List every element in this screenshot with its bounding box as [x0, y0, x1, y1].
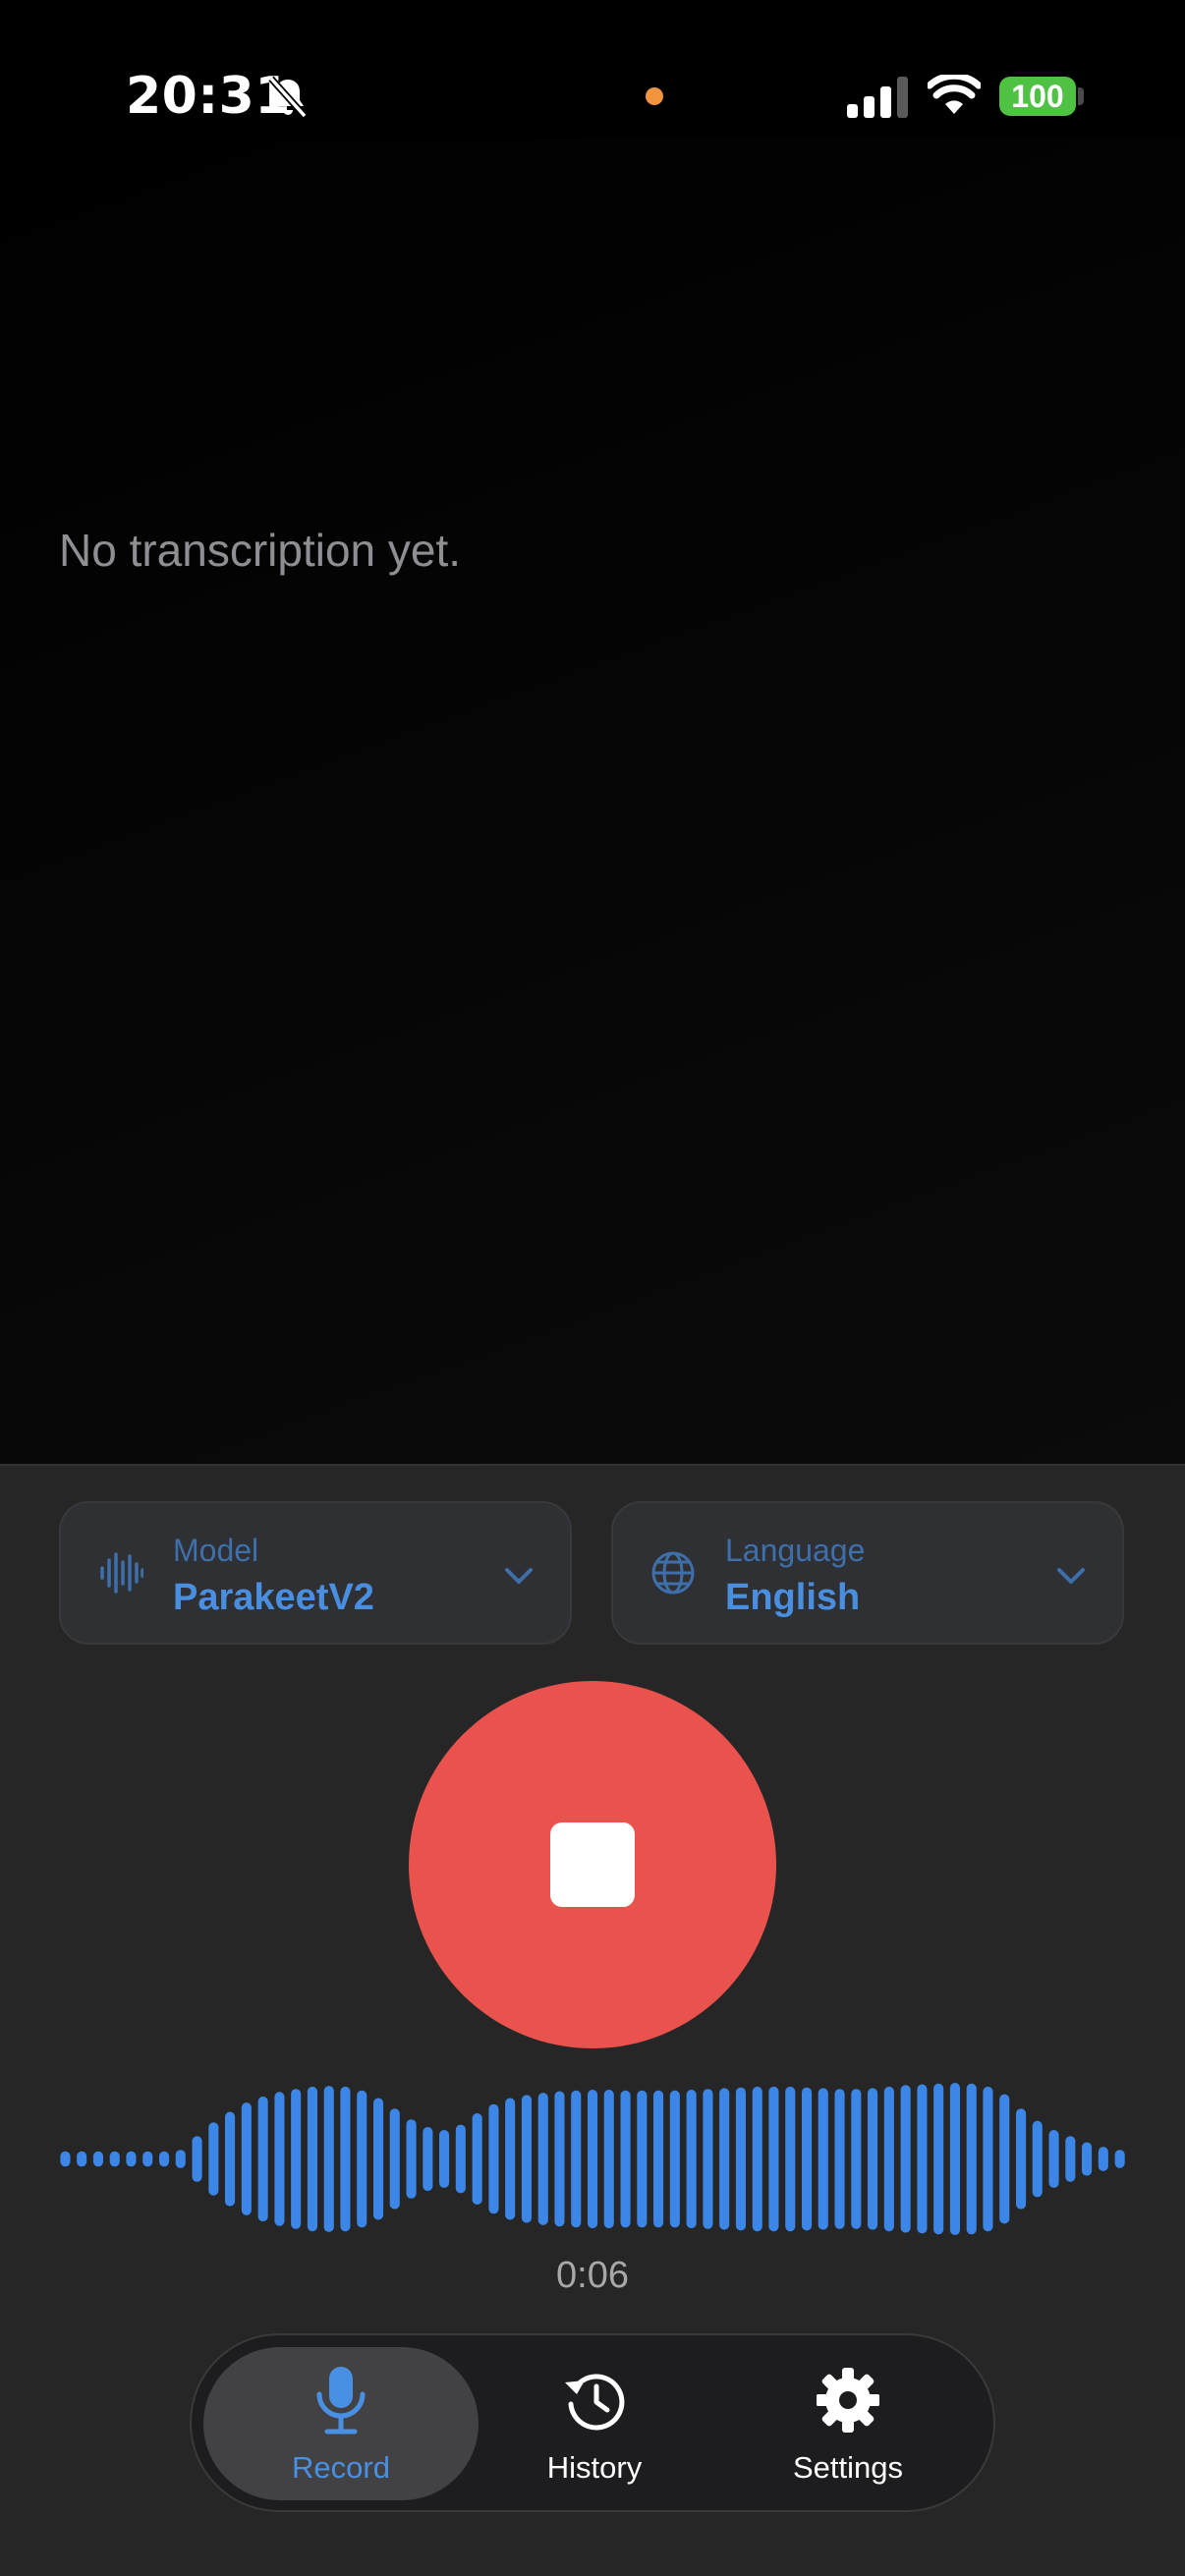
battery-level: 100 — [999, 77, 1076, 116]
waveform-bar — [735, 2087, 746, 2231]
waveform-bar — [192, 2136, 202, 2182]
waveform-bar — [1065, 2136, 1076, 2182]
waveform-bar — [241, 2102, 252, 2215]
waveform-bar — [1098, 2147, 1108, 2171]
waveform-bar — [142, 2151, 153, 2167]
waveform-bar — [1048, 2130, 1059, 2188]
waveform-bar — [785, 2086, 796, 2232]
waveform-bar — [537, 2093, 548, 2225]
tab-history-label: History — [546, 2450, 643, 2485]
waveform-bar — [588, 2090, 598, 2229]
waveform-bar — [653, 2090, 664, 2228]
tab-settings[interactable]: Settings — [710, 2347, 986, 2500]
waveform-bar — [488, 2103, 499, 2214]
model-value: ParakeetV2 — [173, 1577, 374, 1618]
waveform-bar — [669, 2090, 680, 2228]
waveform-bar — [357, 2090, 367, 2228]
tab-record-label: Record — [292, 2450, 390, 2485]
waveform-bar — [373, 2098, 384, 2220]
transcript-placeholder: No transcription yet. — [59, 525, 462, 576]
waveform-bar — [703, 2089, 713, 2229]
screen: 20:31 100 No transcription yet. Model Pa… — [0, 0, 1185, 2576]
waveform-bar — [917, 2084, 928, 2234]
waveform-bar — [472, 2113, 482, 2205]
waveform-bar — [1032, 2120, 1043, 2198]
waveform-bar — [406, 2119, 417, 2199]
waveform-bar — [389, 2108, 400, 2210]
waveform-bar — [126, 2151, 137, 2167]
waveform-bar — [966, 2083, 977, 2235]
chevron-down-icon — [1057, 1568, 1085, 1584]
waveform-bar — [933, 2083, 944, 2235]
waveform-bar — [340, 2086, 351, 2232]
waveform-bar — [60, 2151, 71, 2167]
waveform-bar — [505, 2098, 516, 2220]
cellular-signal-icon — [847, 77, 908, 118]
audio-waveform — [60, 2083, 1125, 2235]
waveform-bar — [949, 2083, 960, 2235]
waveform-bar — [883, 2086, 894, 2232]
waveform-bar — [999, 2094, 1010, 2224]
waveform-bar — [77, 2151, 87, 2167]
waveform-bar — [291, 2089, 302, 2229]
waveform-bar — [868, 2088, 878, 2230]
stop-recording-button[interactable] — [409, 1681, 776, 2048]
battery-tip — [1078, 87, 1084, 105]
waveform-bar — [571, 2090, 582, 2228]
waveform-bar — [603, 2090, 614, 2229]
bell-slash-icon — [268, 76, 308, 119]
waveform-bar — [768, 2086, 779, 2232]
waveform-bar — [983, 2086, 993, 2232]
waveform-bar — [620, 2090, 631, 2228]
tab-history[interactable]: History — [457, 2347, 732, 2500]
waveform-bar — [1114, 2150, 1125, 2168]
waveform-bar — [92, 2151, 103, 2167]
waveform-bar — [225, 2111, 236, 2207]
waveform-bar — [818, 2088, 828, 2230]
waveform-bar — [554, 2091, 565, 2227]
transcript-area[interactable]: No transcription yet. — [0, 138, 1185, 1464]
waveform-bar — [521, 2095, 532, 2223]
tab-record[interactable]: Record — [203, 2347, 479, 2500]
mic-in-use-dot — [646, 87, 663, 105]
waveform-bar — [423, 2127, 433, 2192]
history-icon — [565, 2374, 625, 2431]
globe-icon — [651, 1551, 695, 1595]
waveform-bar — [159, 2151, 170, 2167]
waveform-bar — [851, 2089, 862, 2229]
language-label: Language — [725, 1533, 866, 1568]
waveform-bar — [1082, 2142, 1093, 2176]
waveform-bar — [439, 2130, 450, 2188]
waveform-bar — [175, 2150, 186, 2168]
waveform-icon — [100, 1552, 143, 1594]
waveform-bar — [274, 2092, 285, 2226]
language-selector[interactable]: Language English — [611, 1501, 1124, 1645]
waveform-bar — [323, 2086, 334, 2232]
language-value: English — [725, 1577, 861, 1618]
waveform-bar — [307, 2086, 317, 2232]
model-label: Model — [173, 1533, 259, 1568]
waveform-bar — [208, 2122, 219, 2196]
waveform-bar — [719, 2088, 730, 2230]
waveform-bar — [637, 2090, 648, 2228]
waveform-bar — [802, 2087, 813, 2231]
recording-timer: 0:06 — [556, 2255, 629, 2296]
waveform-bar — [257, 2097, 268, 2222]
waveform-bar — [109, 2151, 120, 2167]
waveform-bar — [455, 2124, 466, 2194]
wifi-icon — [928, 75, 981, 114]
stop-icon — [550, 1822, 635, 1907]
tab-bar: Record History Settings — [190, 2333, 995, 2512]
waveform-bar — [752, 2086, 762, 2232]
tab-settings-label: Settings — [792, 2450, 903, 2485]
waveform-bar — [900, 2085, 911, 2233]
mic-icon — [316, 2367, 366, 2435]
chevron-down-icon — [505, 1568, 533, 1584]
gear-icon — [817, 2368, 879, 2433]
waveform-bar — [686, 2090, 697, 2229]
model-selector[interactable]: Model ParakeetV2 — [59, 1501, 572, 1645]
waveform-bar — [1016, 2108, 1027, 2210]
waveform-bar — [834, 2089, 845, 2229]
